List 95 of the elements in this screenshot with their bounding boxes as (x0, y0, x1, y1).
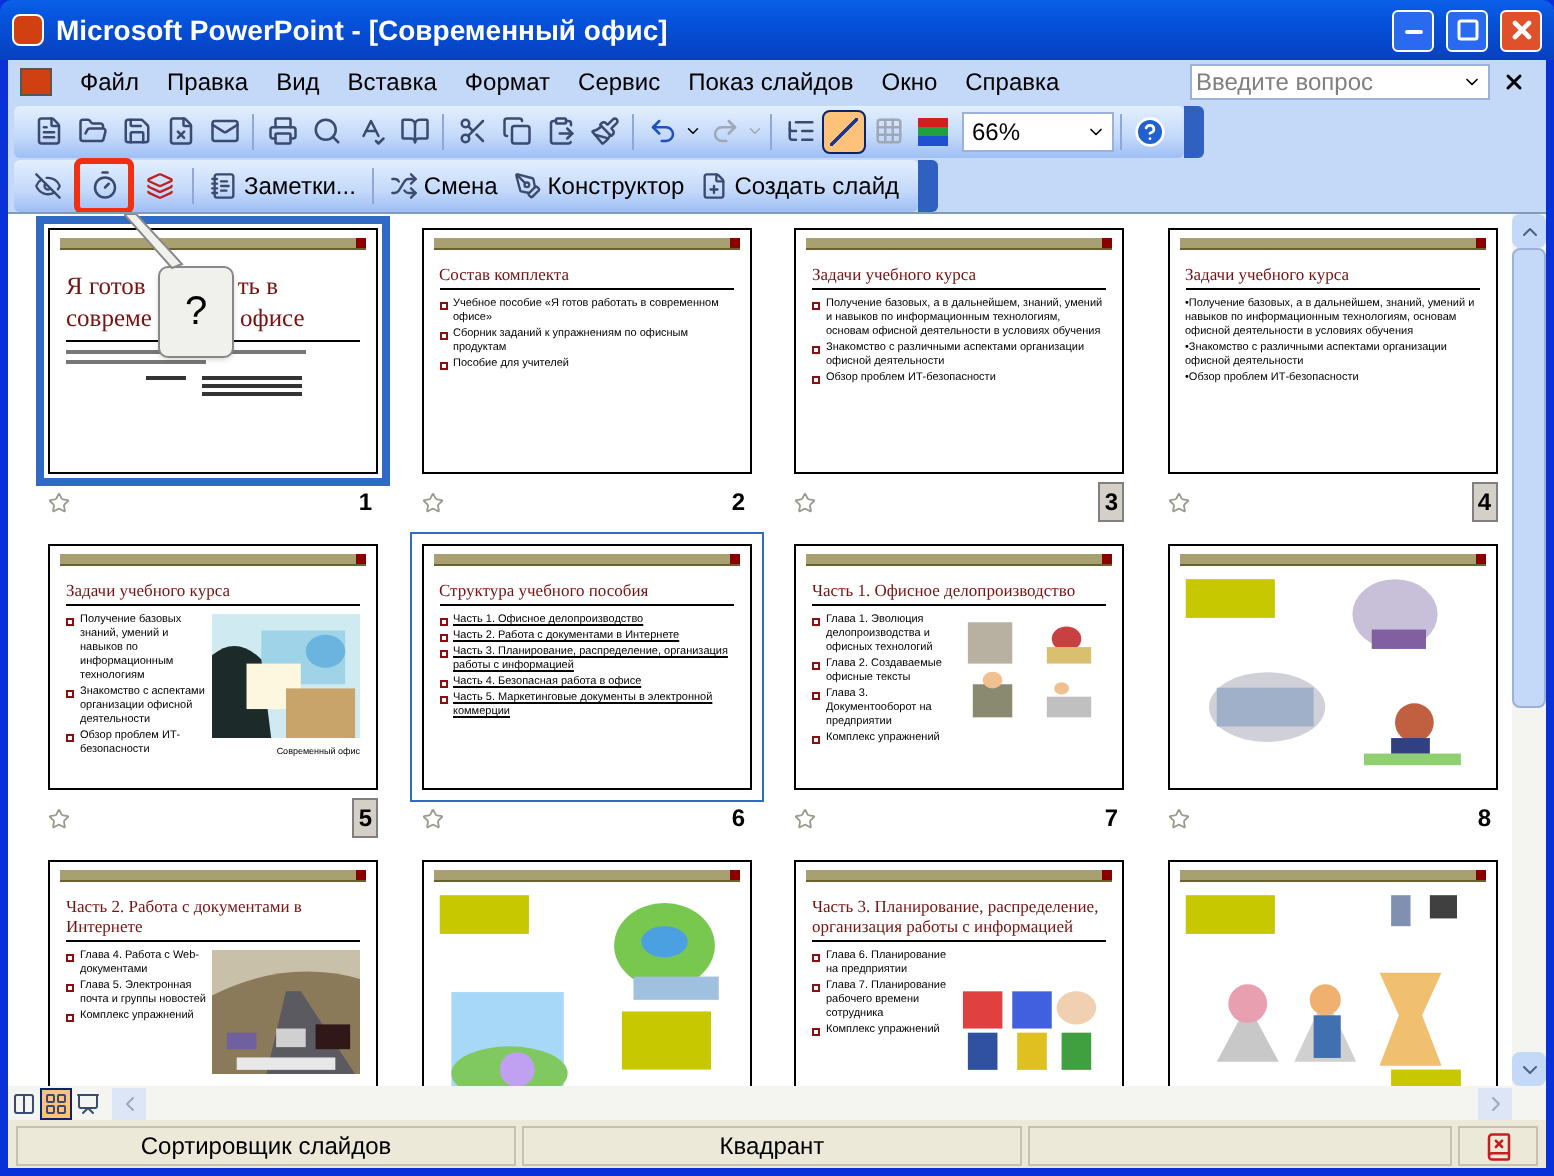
grid-icon (873, 116, 903, 146)
design-icon (513, 171, 542, 199)
notes-button[interactable]: Заметки... (204, 163, 362, 207)
menu-item[interactable]: Показ слайдов (676, 64, 866, 100)
slide-number: 4 (1471, 482, 1497, 522)
search-icon (311, 116, 341, 146)
slide-number: 1 (356, 486, 374, 520)
cut-icon (457, 116, 487, 146)
slideshow-icon (76, 1091, 100, 1115)
formatting-button[interactable] (822, 109, 866, 153)
eye-off-icon (34, 171, 62, 199)
formatting-icon (830, 117, 858, 145)
pointer-line (124, 214, 184, 270)
slide-number: 8 (1475, 802, 1493, 836)
menu-item[interactable]: Правка (155, 64, 261, 100)
transition-icon (48, 807, 70, 829)
slide-title: Задачи учебного курса (812, 264, 978, 284)
timer-icon (89, 170, 119, 200)
slide-title: Часть 1. Офисное делопроизводство (812, 580, 1078, 600)
save-icon (121, 116, 151, 146)
status-view-label: Сортировщик слайдов (16, 1126, 516, 1166)
menu-item[interactable]: Вставка (335, 64, 449, 100)
transition-icon (794, 491, 816, 513)
slide-number: 7 (1102, 802, 1120, 836)
new-slide-button[interactable]: Создать слайд (694, 163, 906, 207)
normal-view-icon (12, 1091, 36, 1115)
scroll-up-button[interactable] (1512, 214, 1546, 248)
transition-icon (421, 807, 443, 829)
book-icon (399, 116, 429, 146)
menu-item[interactable]: Справка (953, 64, 1072, 100)
slide-title: Задачи учебного курса (66, 580, 232, 600)
slide-title: Задачи учебного курса (1185, 264, 1351, 284)
zoom-combo[interactable]: 66% (962, 111, 1114, 151)
undo-icon (647, 116, 677, 146)
redo-icon (709, 116, 739, 146)
copy-icon (501, 116, 531, 146)
print-icon (267, 116, 297, 146)
slide-title: офисе (239, 302, 305, 334)
paste-icon (545, 116, 575, 146)
slide-title: Состав комплекта (439, 264, 571, 284)
new-icon (33, 116, 63, 146)
slide-title: Часть 3. Планирование, распределение, организация работы с информацией (812, 896, 1101, 936)
maximize-button[interactable] (1446, 9, 1488, 51)
slide-title: Часть 2. Работа с документами в Интернете (66, 896, 304, 936)
slide-title: Я готов (66, 270, 146, 302)
close-button[interactable] (1500, 9, 1542, 51)
sorter-view-icon (44, 1091, 68, 1115)
toolbar-options-icon[interactable] (1184, 105, 1204, 157)
transition-icon (48, 491, 70, 513)
slide-number: 5 (352, 798, 378, 838)
menu-item[interactable]: Окно (869, 64, 950, 100)
transition-icon (1167, 807, 1189, 829)
status-design-label: Квадрант (522, 1126, 1022, 1166)
sorter-view-button[interactable] (40, 1087, 72, 1119)
help-search-field[interactable]: Введите вопрос (1190, 64, 1490, 100)
menu-item[interactable]: Файл (68, 64, 152, 100)
window-title: Microsoft PowerPoint - [Современный офис] (56, 11, 670, 50)
transition-icon (421, 491, 443, 513)
design-button[interactable]: Конструктор (507, 163, 691, 207)
transition-icon (794, 807, 816, 829)
scroll-thumb[interactable] (1512, 248, 1546, 708)
notes-icon (210, 171, 238, 199)
close-icon (1507, 16, 1535, 44)
menu-item[interactable]: Формат (452, 64, 563, 100)
color-icon (917, 117, 947, 145)
mail-icon (209, 116, 239, 146)
tooltip-balloon: ? (158, 266, 234, 358)
slide-title: Структура учебного пособия (439, 580, 651, 600)
outline-icon (785, 116, 815, 146)
close-icon[interactable] (1502, 70, 1526, 94)
document-icon (165, 116, 195, 146)
transition-icon (1167, 491, 1189, 513)
slide-thumbnail[interactable] (409, 532, 763, 802)
layers-icon (146, 171, 174, 199)
maximize-icon (1455, 18, 1479, 42)
menu-item[interactable]: Вид (264, 64, 332, 100)
scroll-down-button[interactable] (1512, 1052, 1546, 1086)
help-icon (1134, 115, 1166, 147)
spelling-icon (1483, 1131, 1513, 1161)
new-slide-icon (700, 171, 729, 199)
transition-button[interactable]: Смена (383, 163, 504, 207)
slide-title: совреме (66, 302, 152, 334)
toolbar-options-icon[interactable] (917, 159, 938, 211)
slide-title: ть в (237, 270, 279, 302)
minimize-button[interactable] (1392, 9, 1434, 51)
brush-icon (589, 116, 619, 146)
slide-number: 6 (729, 802, 747, 836)
dropdown-icon[interactable] (684, 122, 702, 140)
vertical-scrollbar[interactable] (1512, 214, 1546, 1086)
menu-item[interactable]: Сервис (566, 64, 673, 100)
folder-icon (77, 116, 107, 146)
slide-number: 3 (1098, 482, 1124, 522)
slide-number: 2 (729, 486, 747, 520)
transition-icon (389, 171, 418, 199)
app-icon (12, 14, 44, 46)
